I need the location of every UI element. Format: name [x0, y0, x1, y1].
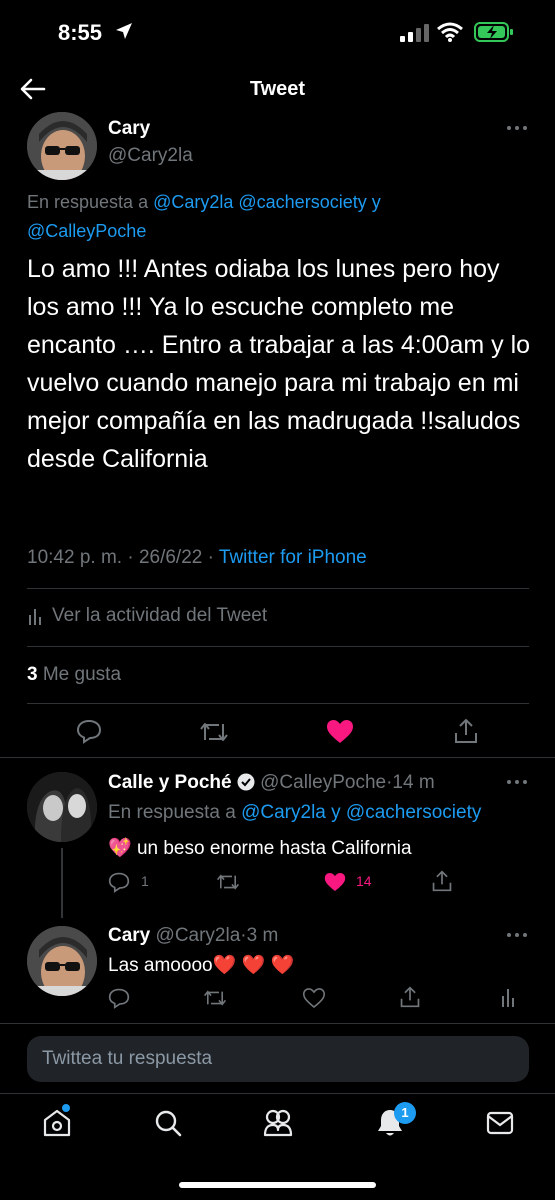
reply-context: En respuesta a @Cary2la @cachersociety y…: [27, 188, 532, 246]
reply-icon[interactable]: [76, 718, 102, 744]
activity-label: Ver la actividad del Tweet: [52, 605, 268, 626]
reply-compose-input[interactable]: Twittea tu respuesta: [27, 1036, 529, 1082]
reply1-author-name[interactable]: Calle y Poché: [108, 772, 232, 793]
reply2-reply-icon[interactable]: [108, 987, 130, 1009]
battery-charging-icon: [474, 21, 514, 43]
divider: [0, 1023, 555, 1024]
reply2-time: 3 m: [246, 925, 279, 946]
signal-icon: [400, 24, 430, 42]
reply1-reply-icon[interactable]: [108, 871, 130, 893]
reply-users-link-1[interactable]: @Cary2la @cachersociety: [153, 192, 367, 212]
tweet-meta: 10:42 p. m. · 26/6/22 · Twitter for iPho…: [27, 547, 367, 569]
thread-connector-line: [61, 848, 63, 918]
tweet-time: 10:42 p. m.: [27, 547, 123, 568]
home-new-dot: [62, 1104, 70, 1112]
reply-users-link-2[interactable]: @CalleyPoche: [27, 221, 146, 241]
reply1-time: 14 m: [392, 772, 435, 793]
reply1-emoji: 💖: [108, 838, 132, 859]
page-title: Tweet: [249, 78, 306, 100]
reply1-text: un beso enorme hasta California: [136, 838, 412, 859]
reply2-retweet-icon[interactable]: [203, 988, 227, 1008]
reply-conj: y: [371, 192, 381, 212]
reply2-share-icon[interactable]: [399, 985, 421, 1009]
verified-badge-icon: [237, 773, 255, 791]
reply1-header: Calle y Poché @CalleyPoche·14 m: [108, 772, 435, 794]
reply2-author-name[interactable]: Cary: [108, 925, 150, 946]
reply1-text-row: 💖 un beso enorme hasta California: [108, 836, 412, 860]
avatar-cary[interactable]: [27, 112, 97, 180]
tweet-author-handle[interactable]: @Cary2la: [108, 145, 193, 167]
tab-search-icon[interactable]: [154, 1109, 182, 1137]
tab-messages-icon[interactable]: [486, 1111, 514, 1135]
reply1-more-icon[interactable]: [506, 779, 528, 785]
meta-sep: ·: [127, 547, 134, 568]
reply1-like-filled-icon[interactable]: [324, 872, 346, 892]
divider: [0, 757, 555, 758]
location-arrow-icon: [115, 22, 133, 40]
reply1-share-icon[interactable]: [431, 869, 453, 893]
reply2-analytics-icon[interactable]: [502, 987, 516, 1007]
more-options-icon[interactable]: [506, 125, 528, 131]
reply2-header: Cary @Cary2la·3 m: [108, 925, 278, 947]
status-time: 8:55: [58, 20, 103, 45]
share-icon[interactable]: [453, 717, 479, 745]
divider: [27, 588, 529, 589]
reply1-handle[interactable]: @CalleyPoche: [260, 772, 386, 793]
analytics-icon: [29, 607, 43, 625]
tweet-date: 26/6/22: [138, 547, 203, 568]
reply1-reply-user2[interactable]: @cachersociety: [346, 802, 481, 823]
tab-home-icon[interactable]: [42, 1108, 72, 1138]
tab-communities-icon[interactable]: [262, 1108, 294, 1138]
reply2-text: Las amoooo❤️ ❤️ ❤️: [108, 955, 295, 976]
tweet-source-link[interactable]: Twitter for iPhone: [219, 547, 367, 568]
reply2-like-icon[interactable]: [303, 988, 325, 1008]
wifi-icon: [437, 22, 463, 42]
retweet-icon[interactable]: [199, 720, 229, 744]
reply1-retweet-icon[interactable]: [216, 872, 240, 892]
like-filled-icon[interactable]: [326, 719, 354, 744]
tweet-text: Lo amo !!! Antes odiaba los lunes pero h…: [27, 255, 531, 473]
reply-prefix: En respuesta a: [27, 192, 149, 212]
tweet-activity-link[interactable]: Ver la actividad del Tweet: [27, 603, 327, 629]
reply2-more-icon[interactable]: [506, 932, 528, 938]
reply1-reply-conj: y: [331, 802, 341, 823]
reply1-like-count: 14: [356, 873, 372, 889]
reply1-reply-count: 1: [141, 873, 149, 889]
likes-label: Me gusta: [42, 664, 122, 685]
home-indicator: [179, 1182, 376, 1188]
likes-summary[interactable]: 3 Me gusta: [27, 664, 121, 686]
reply2-handle[interactable]: @Cary2la: [156, 925, 241, 946]
divider: [27, 646, 529, 647]
likes-count: 3: [27, 664, 38, 685]
meta-sep-2: ·: [207, 547, 214, 568]
avatar-cary-reply[interactable]: [27, 926, 97, 996]
reply1-reply-prefix: En respuesta a: [108, 802, 236, 823]
avatar-calleypoche[interactable]: [27, 772, 97, 842]
notifications-badge: 1: [394, 1102, 416, 1124]
reply-compose-placeholder: Twittea tu respuesta: [42, 1048, 213, 1069]
reply1-reply-user1[interactable]: @Cary2la: [241, 802, 326, 823]
tweet-author-name[interactable]: Cary: [108, 118, 150, 140]
divider: [27, 703, 529, 704]
divider: [0, 1093, 555, 1094]
reply1-context: En respuesta a @Cary2la y @cachersociety: [108, 802, 481, 824]
